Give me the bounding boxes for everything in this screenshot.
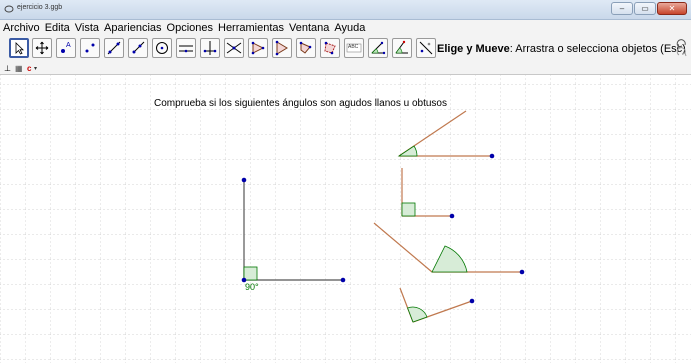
intersect-icon [226, 42, 242, 54]
parallel-line-icon [179, 45, 193, 53]
vector-polygon-icon [324, 41, 336, 55]
point[interactable] [519, 269, 525, 275]
angle-label[interactable]: 90° [245, 282, 259, 292]
line-through-points-icon [85, 43, 95, 53]
move-tool-icon [15, 42, 24, 55]
parallel-line-button[interactable] [176, 38, 196, 58]
graphics-canvas[interactable] [0, 75, 691, 363]
point[interactable] [340, 277, 346, 283]
right-angle-marker [243, 266, 258, 281]
segment-button[interactable] [104, 38, 124, 58]
intersect-button[interactable] [224, 38, 244, 58]
perpendicular-bisector-button[interactable] [200, 38, 220, 58]
angle-given-size-icon [395, 40, 408, 54]
point[interactable] [469, 298, 475, 304]
menu-bar: Archivo Edita Vista Apariencias Opciones… [0, 20, 691, 35]
geogebra-app-icon [4, 5, 14, 13]
new-point-button[interactable]: A [56, 38, 76, 58]
ray-icon [132, 41, 145, 54]
tool-description: Elige y Mueve: Arrastra o selecciona obj… [437, 43, 686, 55]
circle-icon [156, 42, 168, 54]
point[interactable] [241, 177, 247, 183]
menu-archivo[interactable]: Archivo [3, 22, 40, 34]
style-bar: ⊥ ▦ c ▾ [0, 63, 691, 75]
polygon-icon [251, 41, 265, 55]
tool-help: : Arrastra o selecciona objetos (Esc) [509, 43, 686, 55]
menu-ventana[interactable]: Ventana [289, 22, 329, 34]
reflect-icon [419, 41, 433, 55]
regular-polygon-button[interactable] [272, 38, 292, 58]
reflect-button[interactable] [416, 38, 436, 58]
new-point-icon: A [61, 42, 71, 53]
show-grid-icon[interactable]: ▦ [15, 64, 23, 73]
menu-ayuda[interactable]: Ayuda [334, 22, 365, 34]
move-graphics-view-icon [35, 41, 49, 55]
close-button[interactable]: ✕ [657, 2, 687, 15]
point[interactable] [489, 153, 495, 159]
rigid-polygon-icon [299, 41, 312, 54]
color-icon[interactable]: c [27, 64, 31, 73]
circle-button[interactable] [152, 38, 172, 58]
tool-name: Elige y Mueve [437, 43, 510, 55]
menu-opciones[interactable]: Opciones [167, 22, 213, 34]
svg-text:A: A [66, 42, 71, 49]
maximize-button[interactable]: ▭ [634, 2, 656, 15]
graphics-view[interactable]: Comprueba si los siguientes ángulos son … [0, 75, 691, 363]
line-through-points-button[interactable] [80, 38, 100, 58]
instruction-text[interactable]: Comprueba si los siguientes ángulos son … [154, 98, 447, 109]
text-tool-label: ABC [348, 44, 359, 50]
regular-polygon-icon [275, 40, 288, 56]
angle-icon [371, 41, 386, 55]
segment-icon [107, 41, 121, 55]
ray-button[interactable] [128, 38, 148, 58]
text-button[interactable]: ABC [344, 38, 364, 58]
polygon-button[interactable] [248, 38, 268, 58]
minimize-button[interactable]: – [611, 2, 633, 15]
rigid-polygon-button[interactable] [296, 38, 316, 58]
chevron-down-icon[interactable]: ▾ [34, 65, 37, 72]
undo-redo-icon[interactable] [676, 39, 688, 61]
vector-polygon-button[interactable] [320, 38, 340, 58]
toolbar: A ABC Elige y Mueve: Arrastra o seleccio… [0, 35, 691, 63]
right-angle-marker [401, 202, 416, 217]
perpendicular-bisector-icon [203, 41, 217, 55]
menu-herramientas[interactable]: Herramientas [218, 22, 284, 34]
show-axes-icon[interactable]: ⊥ [4, 64, 11, 73]
angle-given-size-button[interactable] [392, 38, 412, 58]
move-tool-button[interactable] [9, 38, 29, 58]
title-bar: ejercicio 3.ggb – ▭ ✕ [0, 0, 691, 20]
menu-apariencias[interactable]: Apariencias [104, 22, 161, 34]
angle-button[interactable] [368, 38, 388, 58]
move-graphics-view-button[interactable] [32, 38, 52, 58]
menu-edita[interactable]: Edita [45, 22, 70, 34]
grid [0, 75, 691, 363]
window-title: ejercicio 3.ggb [17, 4, 63, 11]
menu-vista[interactable]: Vista [75, 22, 99, 34]
point[interactable] [449, 213, 455, 219]
